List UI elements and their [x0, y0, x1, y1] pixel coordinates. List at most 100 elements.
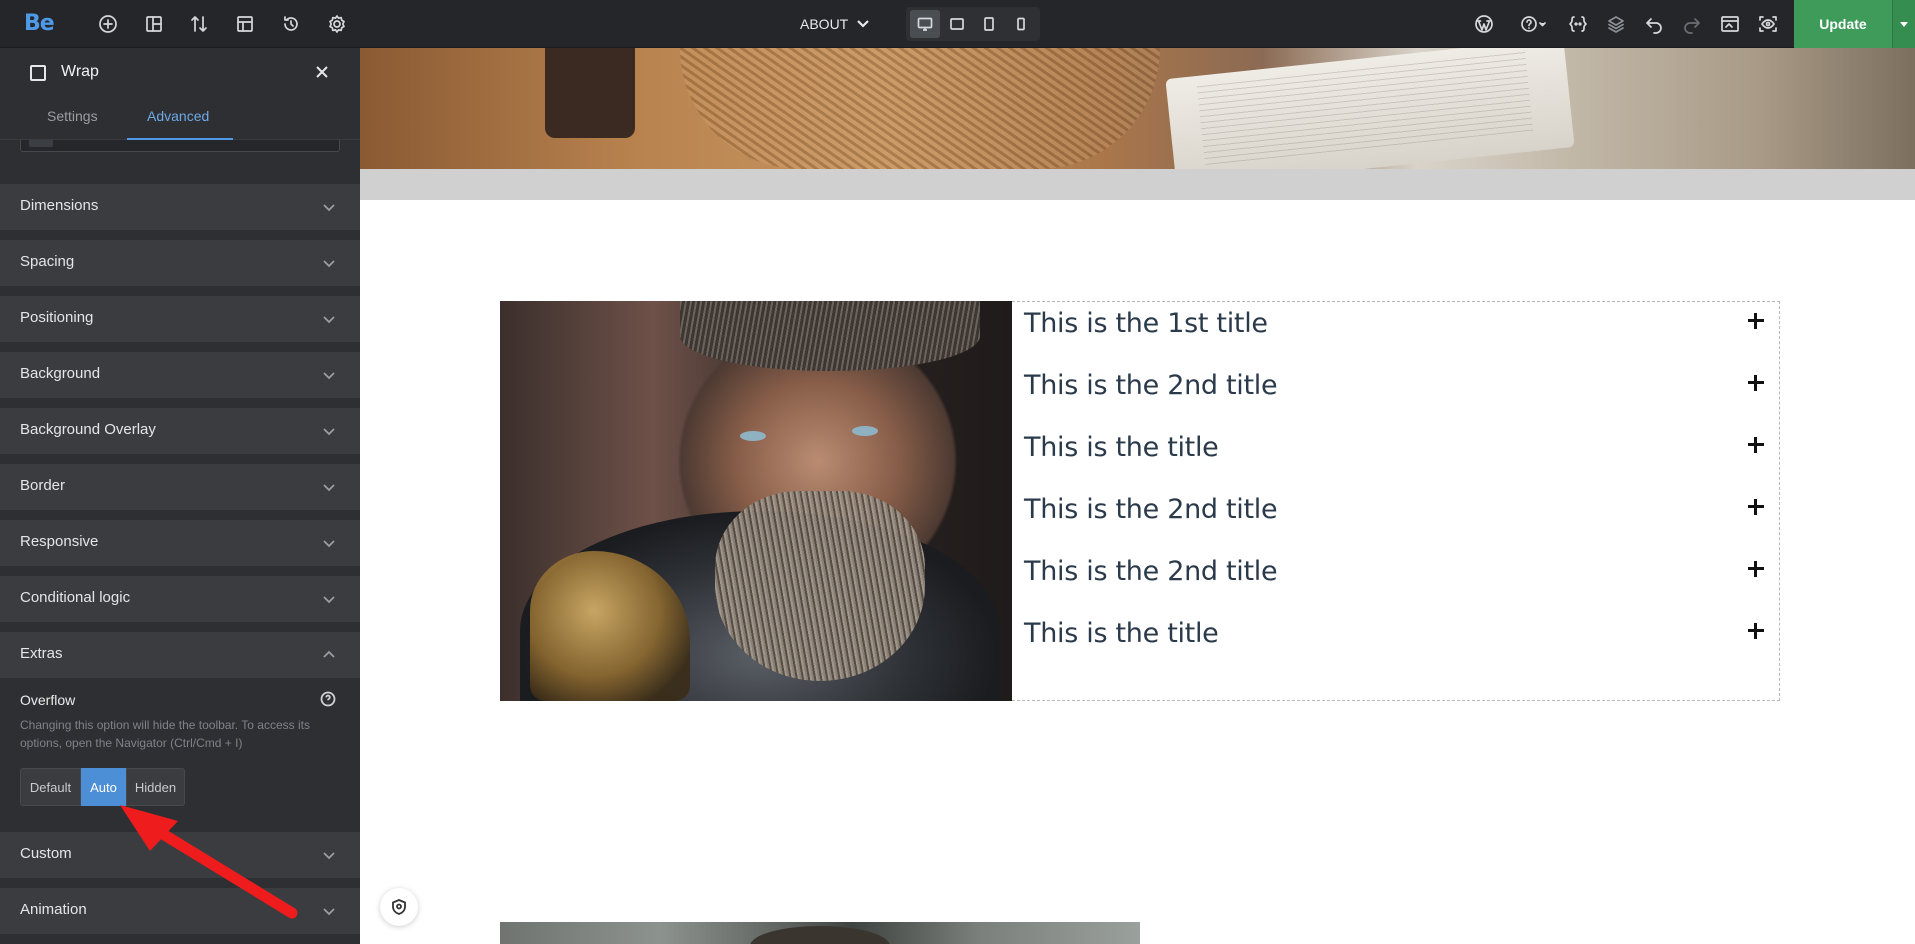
laptop-icon: [950, 18, 964, 30]
eye-icon[interactable]: [1756, 12, 1780, 36]
section-conditional-logic[interactable]: Conditional logic: [0, 576, 360, 622]
sort-icon[interactable]: [187, 12, 211, 36]
hero-sweater: [680, 48, 1160, 169]
section-label: Dimensions: [20, 197, 99, 214]
page-selector-label: ABOUT: [800, 16, 849, 32]
close-icon[interactable]: [312, 62, 332, 82]
device-switcher: [906, 7, 1040, 41]
section-dimensions[interactable]: Dimensions: [0, 184, 360, 230]
warrior-portrait-image[interactable]: [500, 301, 1012, 701]
tab-advanced[interactable]: Advanced: [147, 108, 209, 124]
layers-icon[interactable]: [1604, 12, 1628, 36]
page-canvas: This is the 1st title This is the 2nd ti…: [360, 48, 1915, 944]
settings-icon[interactable]: [325, 12, 349, 36]
chevron-down-icon: [322, 480, 336, 494]
panel-title: Wrap: [61, 63, 99, 80]
page-selector[interactable]: ABOUT: [800, 14, 870, 34]
plus-icon: [1747, 436, 1765, 454]
chevron-down-icon: [857, 20, 870, 28]
chevron-down-icon: [322, 848, 336, 862]
section-spacing[interactable]: Spacing: [0, 240, 360, 286]
section-positioning[interactable]: Positioning: [0, 296, 360, 342]
help-menu[interactable]: [1515, 12, 1551, 36]
plus-icon: [1747, 312, 1765, 330]
accordion-item[interactable]: This is the 2nd title: [1024, 488, 1769, 528]
desktop-icon: [917, 17, 933, 31]
template-icon[interactable]: [233, 12, 257, 36]
section-label: Animation: [20, 901, 87, 918]
add-icon[interactable]: [96, 12, 120, 36]
wordpress-icon[interactable]: [1472, 12, 1496, 36]
portrait-hair: [680, 301, 980, 371]
top-toolbar: Be ABOUT Update: [0, 0, 1915, 48]
chevron-up-icon: [322, 648, 336, 662]
accordion-item[interactable]: This is the title: [1024, 426, 1769, 466]
panel-tabs: Settings Advanced: [0, 96, 360, 140]
next-section-image[interactable]: [500, 922, 1140, 944]
panel-header: Wrap: [0, 48, 360, 96]
accordion-item[interactable]: This is the 1st title: [1024, 302, 1769, 342]
hero-image[interactable]: [360, 48, 1915, 169]
accordion-title: This is the title: [1024, 432, 1219, 463]
dynamic-data-icon[interactable]: [1566, 12, 1590, 36]
section-background-overlay[interactable]: Background Overlay: [0, 408, 360, 454]
laptop-view-button[interactable]: [942, 10, 972, 38]
shield-icon: [392, 899, 406, 915]
section-background[interactable]: Background: [0, 352, 360, 398]
chevron-down-icon: [322, 200, 336, 214]
mobile-view-button[interactable]: [1006, 10, 1036, 38]
portrait-beard: [715, 491, 925, 681]
overflow-description: Changing this option will hide the toolb…: [20, 718, 310, 750]
accordion-item[interactable]: This is the 2nd title: [1024, 364, 1769, 404]
plus-icon: [1747, 560, 1765, 578]
tablet-icon: [984, 17, 994, 31]
section-label: Spacing: [20, 253, 75, 270]
chevron-down-icon: [322, 424, 336, 438]
section-extras[interactable]: Extras: [0, 632, 360, 678]
accordion-item[interactable]: This is the 2nd title: [1024, 550, 1769, 590]
section-label: Responsive: [20, 533, 99, 550]
overflow-label: Overflow: [20, 692, 76, 708]
builder-logo[interactable]: Be: [24, 11, 55, 36]
section-responsive[interactable]: Responsive: [0, 520, 360, 566]
layout-icon[interactable]: [142, 12, 166, 36]
accordion: This is the 1st title This is the 2nd ti…: [1012, 301, 1780, 701]
plus-icon: [1747, 374, 1765, 392]
page-builder-screen: Be ABOUT Update Wrap Settings Advanced D…: [0, 0, 1915, 944]
annotation-arrow: [120, 805, 298, 919]
update-options-button[interactable]: [1892, 0, 1915, 48]
section-label: Positioning: [20, 309, 94, 326]
hero-strap: [545, 48, 635, 138]
accordion-item[interactable]: This is the title: [1024, 612, 1769, 652]
chevron-down-icon: [322, 592, 336, 606]
help-icon[interactable]: [320, 691, 336, 707]
partial-control[interactable]: [20, 140, 340, 152]
chevron-down-icon: [322, 536, 336, 550]
accordion-title: This is the 1st title: [1024, 308, 1268, 339]
section-label: Border: [20, 477, 66, 494]
help-icon: [1521, 16, 1546, 32]
section-label: Custom: [20, 845, 72, 862]
section-label: Conditional logic: [20, 589, 131, 606]
chevron-down-icon: [322, 312, 336, 326]
preview-toggle-icon[interactable]: [1718, 12, 1742, 36]
section-divider: [360, 169, 1915, 200]
update-button[interactable]: Update: [1794, 0, 1892, 48]
accordion-title: This is the 2nd title: [1024, 556, 1278, 587]
accordion-title: This is the 2nd title: [1024, 494, 1278, 525]
overflow-default-button[interactable]: Default: [20, 768, 81, 806]
section-label: Background: [20, 365, 101, 382]
desktop-view-button[interactable]: [910, 10, 940, 38]
chevron-down-icon: [322, 256, 336, 270]
privacy-shield-button[interactable]: [380, 888, 418, 926]
tablet-view-button[interactable]: [974, 10, 1004, 38]
accordion-title: This is the 2nd title: [1024, 370, 1278, 401]
undo-icon[interactable]: [1642, 12, 1666, 36]
tab-settings[interactable]: Settings: [47, 108, 98, 124]
history-icon[interactable]: [279, 12, 303, 36]
plus-icon: [1747, 498, 1765, 516]
chevron-down-icon: [322, 904, 336, 918]
redo-icon[interactable]: [1680, 12, 1704, 36]
section-border[interactable]: Border: [0, 464, 360, 510]
section-label: Background Overlay: [20, 421, 156, 438]
